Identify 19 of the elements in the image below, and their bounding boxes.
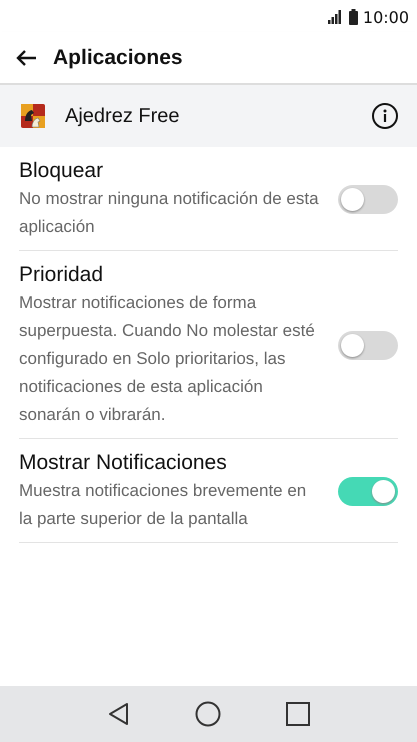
app-name: Ajedrez Free <box>65 104 180 128</box>
setting-description: No mostrar ninguna notificación de esta aplicación <box>19 188 319 238</box>
battery-icon <box>348 9 358 25</box>
setting-title: Prioridad <box>19 262 104 288</box>
setting-description: Muestra notificaciones brevemente en la parte superior de la pantalla <box>19 480 308 530</box>
page-title: Aplicaciones <box>53 46 183 70</box>
setting-description: Mostrar notificaciones de forma superpuesta. Cuando No molestar esté configurado en Solo prioritarios, las notificaciones de esta aplicación sonarán o vibrarán. <box>19 292 316 426</box>
toggle-switch[interactable] <box>338 476 398 506</box>
recents-icon[interactable] <box>286 702 310 726</box>
home-icon[interactable] <box>195 701 222 727</box>
back-icon[interactable] <box>15 48 37 66</box>
status-time: 10:00 <box>362 8 409 26</box>
signal-icon <box>328 10 344 24</box>
setting-title: Bloquear <box>19 158 104 184</box>
setting-title: Mostrar Notificaciones <box>19 450 228 476</box>
toggle-switch[interactable] <box>338 184 398 214</box>
info-icon[interactable] <box>371 102 399 130</box>
chess-app-icon <box>20 103 46 129</box>
toggle-switch[interactable] <box>338 330 398 360</box>
